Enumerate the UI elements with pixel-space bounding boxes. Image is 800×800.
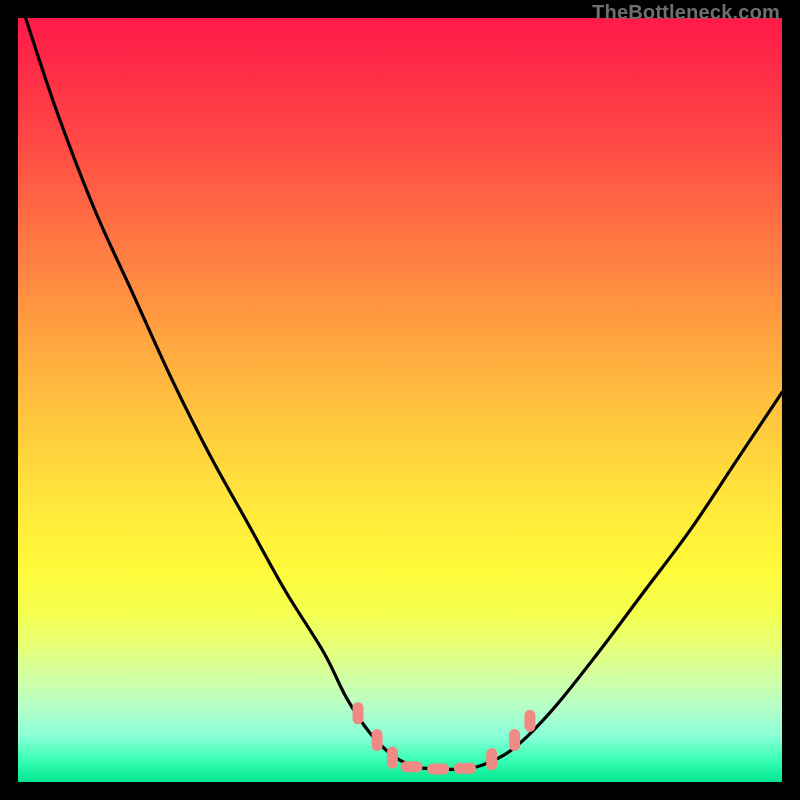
curve-markers <box>353 702 536 774</box>
curve-marker <box>454 763 476 774</box>
curve-marker <box>509 729 520 751</box>
plot-area <box>18 18 782 782</box>
curve-marker <box>353 702 364 724</box>
curve-marker <box>486 748 497 770</box>
curve-marker <box>524 710 535 732</box>
bottleneck-curve <box>26 18 782 769</box>
curve-marker <box>401 761 423 772</box>
curve-marker <box>387 747 398 769</box>
curve-marker <box>427 764 449 775</box>
watermark-text: TheBottleneck.com <box>592 2 780 25</box>
curve-marker <box>372 729 383 751</box>
chart-frame: TheBottleneck.com <box>0 0 800 800</box>
chart-svg <box>18 18 782 782</box>
